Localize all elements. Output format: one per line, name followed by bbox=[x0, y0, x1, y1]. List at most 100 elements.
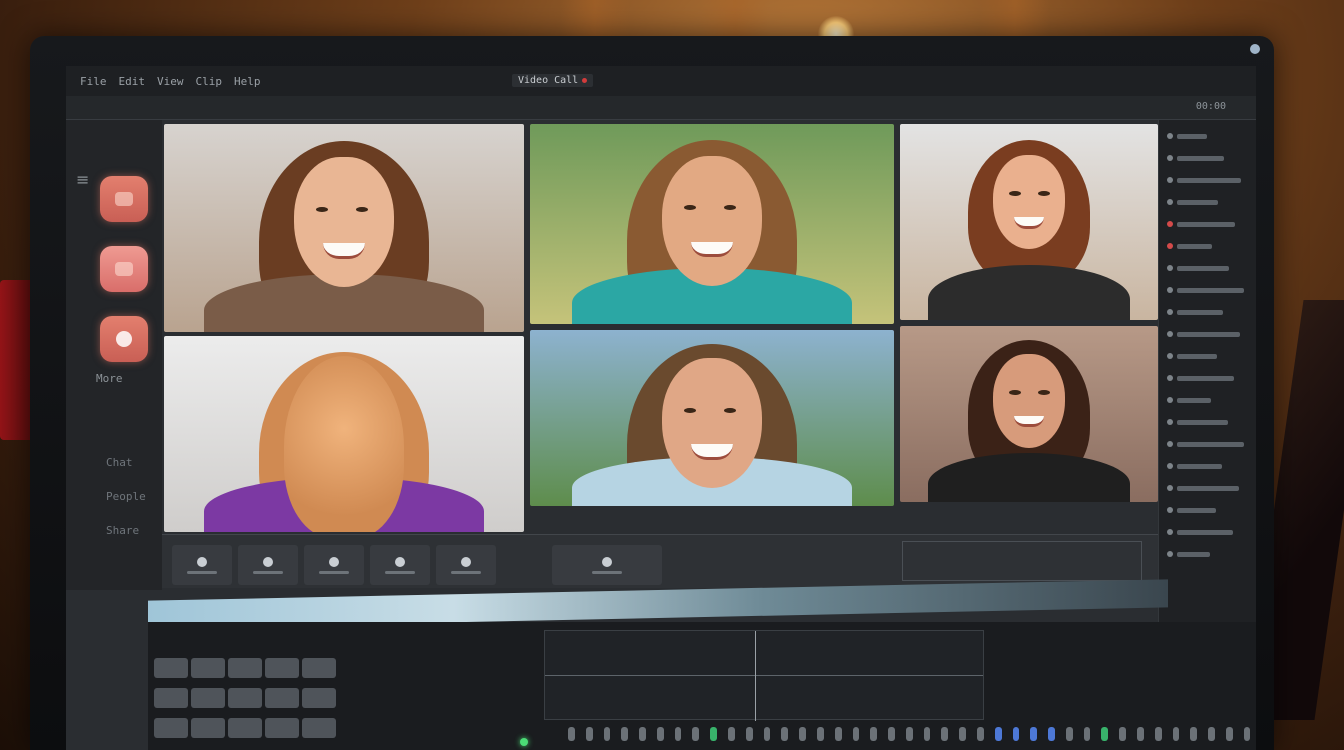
effect-icon[interactable] bbox=[639, 727, 646, 741]
property-slider[interactable] bbox=[1177, 199, 1218, 205]
property-slider[interactable] bbox=[1177, 419, 1228, 425]
effect-icon[interactable] bbox=[1137, 727, 1144, 741]
screen-share-button[interactable] bbox=[100, 316, 148, 362]
keypad-key[interactable] bbox=[265, 718, 299, 738]
property-slider[interactable] bbox=[1177, 507, 1216, 513]
sidebar-menu-icon[interactable]: ≡ bbox=[76, 170, 89, 189]
play-button[interactable] bbox=[238, 545, 298, 585]
effect-icon[interactable] bbox=[728, 727, 735, 741]
property-slider[interactable] bbox=[1177, 221, 1235, 227]
effect-icon[interactable] bbox=[603, 727, 611, 741]
effect-icon[interactable] bbox=[1030, 727, 1038, 741]
effect-icon[interactable] bbox=[585, 727, 593, 741]
property-row[interactable] bbox=[1167, 370, 1248, 386]
property-slider[interactable] bbox=[1177, 243, 1212, 249]
effect-icon[interactable] bbox=[1012, 727, 1020, 741]
property-slider[interactable] bbox=[1177, 529, 1233, 535]
property-slider[interactable] bbox=[1177, 309, 1223, 315]
participant-tile[interactable] bbox=[164, 336, 524, 532]
property-row[interactable] bbox=[1167, 260, 1248, 276]
effect-icon[interactable] bbox=[1208, 727, 1215, 741]
property-row[interactable] bbox=[1167, 414, 1248, 430]
effect-icon[interactable] bbox=[959, 727, 966, 741]
property-row[interactable] bbox=[1167, 546, 1248, 562]
effect-icon[interactable] bbox=[692, 727, 700, 741]
effect-icon[interactable] bbox=[816, 727, 824, 741]
sidebar-item-chat[interactable]: Chat bbox=[106, 456, 133, 469]
property-row[interactable] bbox=[1167, 326, 1248, 342]
property-slider[interactable] bbox=[1177, 133, 1207, 139]
keypad-key[interactable] bbox=[302, 688, 336, 708]
effect-icon[interactable] bbox=[1172, 727, 1180, 741]
property-row[interactable] bbox=[1167, 436, 1248, 452]
effect-icon[interactable] bbox=[852, 727, 860, 741]
menu-view[interactable]: View bbox=[157, 75, 184, 88]
participant-tile[interactable] bbox=[530, 124, 894, 324]
keypad-key[interactable] bbox=[154, 688, 188, 708]
keypad-key[interactable] bbox=[154, 718, 188, 738]
effect-icon[interactable] bbox=[1048, 727, 1055, 741]
property-row[interactable] bbox=[1167, 194, 1248, 210]
effect-icon[interactable] bbox=[976, 727, 984, 741]
effect-icon[interactable] bbox=[834, 727, 842, 741]
effect-icon[interactable] bbox=[710, 727, 718, 741]
property-slider[interactable] bbox=[1176, 287, 1244, 293]
effect-icon[interactable] bbox=[568, 727, 575, 741]
property-row[interactable] bbox=[1167, 238, 1248, 254]
property-row[interactable] bbox=[1167, 216, 1248, 232]
keypad-key[interactable] bbox=[228, 688, 262, 708]
sidebar-item-people[interactable]: People bbox=[106, 490, 146, 503]
menu-help[interactable]: Help bbox=[234, 75, 261, 88]
effect-icon[interactable] bbox=[888, 727, 895, 741]
effect-icon[interactable] bbox=[1065, 727, 1073, 741]
playhead[interactable] bbox=[755, 631, 756, 721]
keypad-key[interactable] bbox=[302, 718, 336, 738]
effect-icon[interactable] bbox=[1119, 727, 1126, 741]
property-row[interactable] bbox=[1167, 392, 1248, 408]
stop-button[interactable] bbox=[304, 545, 364, 585]
property-slider[interactable] bbox=[1177, 155, 1224, 161]
property-row[interactable] bbox=[1167, 304, 1248, 320]
next-button[interactable] bbox=[370, 545, 430, 585]
effect-icon[interactable] bbox=[656, 727, 664, 741]
keypad-key[interactable] bbox=[302, 658, 336, 678]
participant-tile[interactable] bbox=[900, 326, 1158, 502]
mic-button[interactable] bbox=[100, 246, 148, 292]
effect-icon[interactable] bbox=[763, 727, 771, 741]
effect-icon[interactable] bbox=[799, 727, 806, 741]
property-slider[interactable] bbox=[1177, 375, 1234, 381]
effect-icon[interactable] bbox=[923, 727, 931, 741]
property-row[interactable] bbox=[1167, 172, 1248, 188]
keypad-key[interactable] bbox=[228, 718, 262, 738]
effect-icon[interactable] bbox=[994, 727, 1002, 741]
effect-icon[interactable] bbox=[621, 727, 629, 741]
property-slider[interactable] bbox=[1177, 463, 1222, 469]
property-slider[interactable] bbox=[1177, 397, 1211, 403]
keypad-key[interactable] bbox=[154, 658, 188, 678]
property-row[interactable] bbox=[1167, 150, 1248, 166]
keypad-key[interactable] bbox=[265, 688, 299, 708]
property-slider[interactable] bbox=[1177, 485, 1239, 491]
participant-tile[interactable] bbox=[530, 330, 894, 506]
waveform-view[interactable] bbox=[544, 630, 984, 721]
property-row[interactable] bbox=[1167, 458, 1248, 474]
keypad-key[interactable] bbox=[265, 658, 299, 678]
effect-icon[interactable] bbox=[781, 727, 789, 741]
menu-edit[interactable]: Edit bbox=[119, 75, 146, 88]
keypad-key[interactable] bbox=[191, 658, 225, 678]
property-row[interactable] bbox=[1167, 348, 1248, 364]
property-row[interactable] bbox=[1167, 128, 1248, 144]
property-slider[interactable] bbox=[1177, 353, 1217, 359]
effect-icon[interactable] bbox=[1101, 727, 1109, 741]
property-slider[interactable] bbox=[1177, 331, 1240, 337]
prev-button[interactable] bbox=[172, 545, 232, 585]
effect-icon[interactable] bbox=[745, 727, 753, 741]
participant-tile[interactable] bbox=[164, 124, 524, 332]
property-row[interactable] bbox=[1167, 524, 1248, 540]
keypad-key[interactable] bbox=[191, 688, 225, 708]
property-row[interactable] bbox=[1167, 502, 1248, 518]
property-slider[interactable] bbox=[1177, 265, 1229, 271]
effect-icon[interactable] bbox=[1225, 727, 1233, 741]
participant-tile[interactable] bbox=[900, 124, 1158, 320]
record-button[interactable] bbox=[436, 545, 496, 585]
